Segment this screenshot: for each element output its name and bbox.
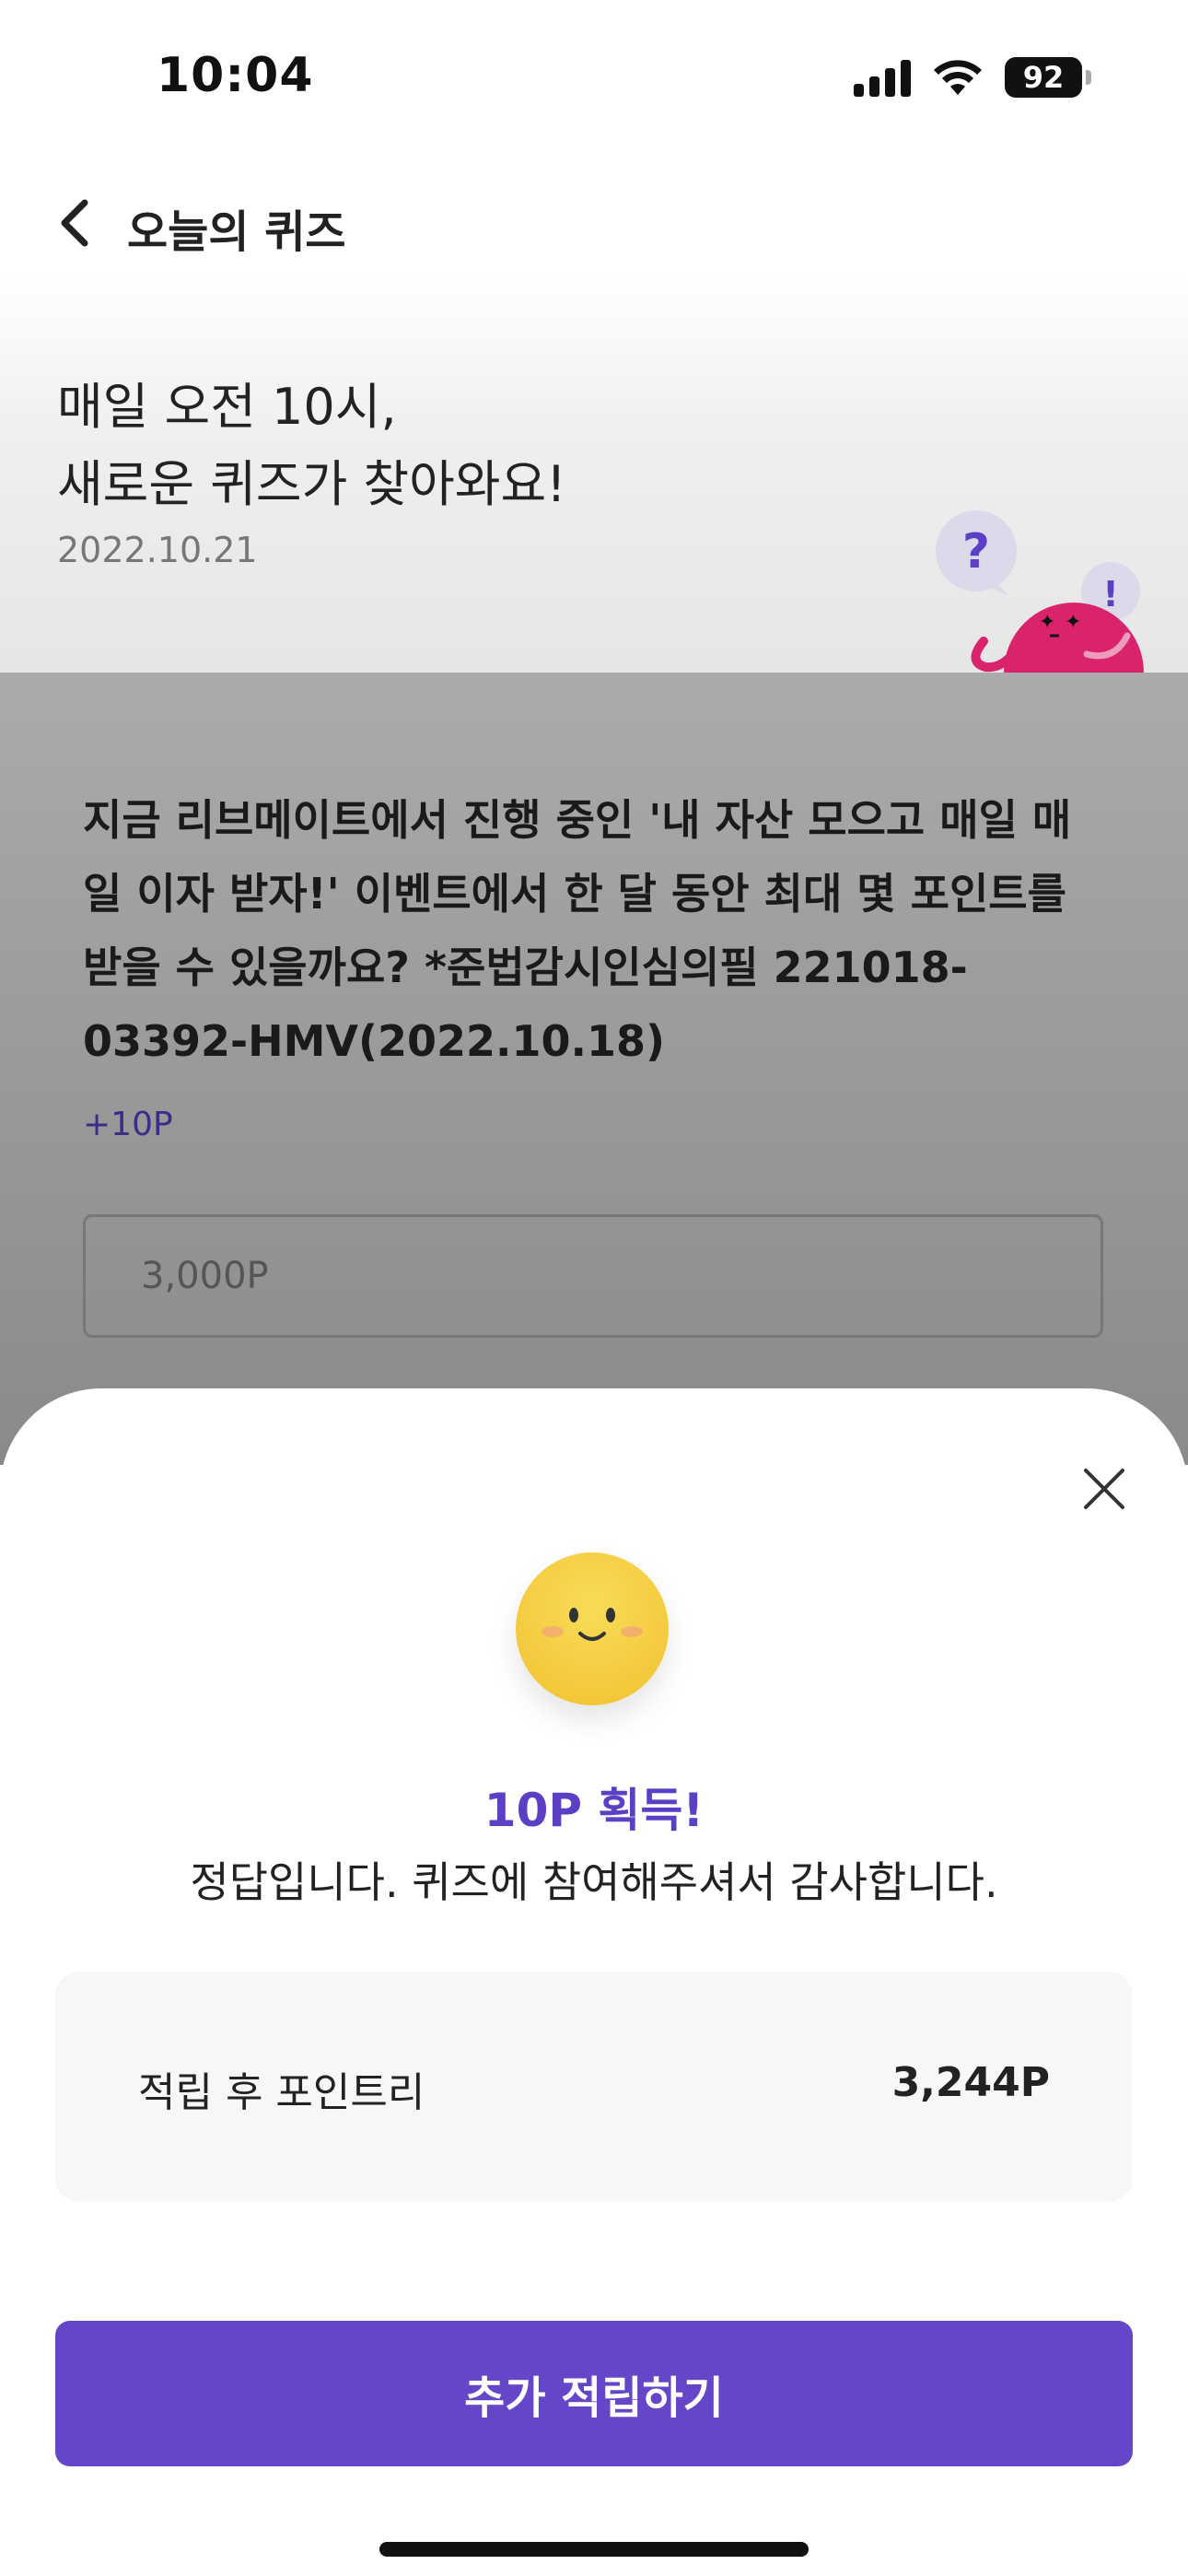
hero-title-line-2: 새로운 퀴즈가 찾아와요! (57, 455, 566, 513)
svg-text:✦: ✦ (1039, 611, 1055, 634)
screen: 10:04 92 오늘의 퀴즈 매일 오전 10시, 새로운 퀴즈가 찾아와요!… (0, 0, 1188, 2576)
hero-title: 매일 오전 10시, 새로운 퀴즈가 찾아와요! (57, 369, 566, 523)
mascot-illustration: ? ! ✦ ✦ (936, 510, 1144, 673)
nav-header: 오늘의 퀴즈 (0, 166, 1188, 276)
question-text: 지금 리브메이트에서 진행 중인 '내 자산 모으고 매일 매일 이자 받자!'… (83, 795, 1072, 1066)
success-title: 10P 획득! (483, 1784, 705, 1837)
quiz-date: 2022.10.21 (57, 530, 258, 570)
smiley-face-graphic (542, 1608, 643, 1641)
earn-more-button[interactable]: 추가 적립하기 (55, 2321, 1133, 2466)
chevron-left-icon (61, 199, 88, 247)
status-icons: 92 (854, 57, 1091, 98)
question-points: +10P (83, 1106, 173, 1143)
battery-level: 92 (1022, 60, 1065, 95)
wifi-icon (934, 60, 982, 95)
mascot-question-mark: ? (962, 524, 990, 580)
question-card: 지금 리브메이트에서 진행 중인 '내 자산 모으고 매일 매일 이자 받자!'… (0, 673, 1188, 1465)
hero-title-line-1: 매일 오전 10시, (57, 378, 397, 436)
smiley-face-icon (516, 1552, 669, 1705)
close-button[interactable] (1077, 1462, 1131, 1516)
status-time: 10:04 (157, 48, 314, 103)
back-button[interactable] (46, 193, 101, 252)
result-bottom-sheet: 10P 획득! 정답입니다. 퀴즈에 참여해주셔서 감사합니다. 적립 후 포인… (0, 1388, 1188, 2576)
battery-cap (1086, 70, 1091, 85)
mascot-exclamation: ! (1102, 574, 1118, 615)
cellular-signal-icon (854, 58, 911, 97)
quiz-content: 매일 오전 10시, 새로운 퀴즈가 찾아와요! 2022.10.21 ? ! … (0, 276, 1188, 1465)
quiz-hero: 매일 오전 10시, 새로운 퀴즈가 찾아와요! 2022.10.21 ? ! … (0, 276, 1188, 673)
battery-icon: 92 (1005, 57, 1091, 98)
points-summary: 적립 후 포인트리 3,244P (55, 1972, 1133, 2202)
success-message: 정답입니다. 퀴즈에 참여해주셔서 감사합니다. (190, 1857, 998, 1907)
page-title: 오늘의 퀴즈 (127, 206, 346, 258)
status-bar: 10:04 92 (0, 0, 1188, 157)
home-indicator (379, 2542, 809, 2557)
points-value: 3,244P (891, 2059, 1050, 2106)
points-label: 적립 후 포인트리 (138, 2069, 425, 2116)
answer-option[interactable]: 3,000P (83, 1214, 1103, 1338)
close-icon (1084, 1469, 1124, 1509)
answer-option-label: 3,000P (141, 1255, 269, 1297)
svg-text:✦: ✦ (1065, 611, 1081, 634)
